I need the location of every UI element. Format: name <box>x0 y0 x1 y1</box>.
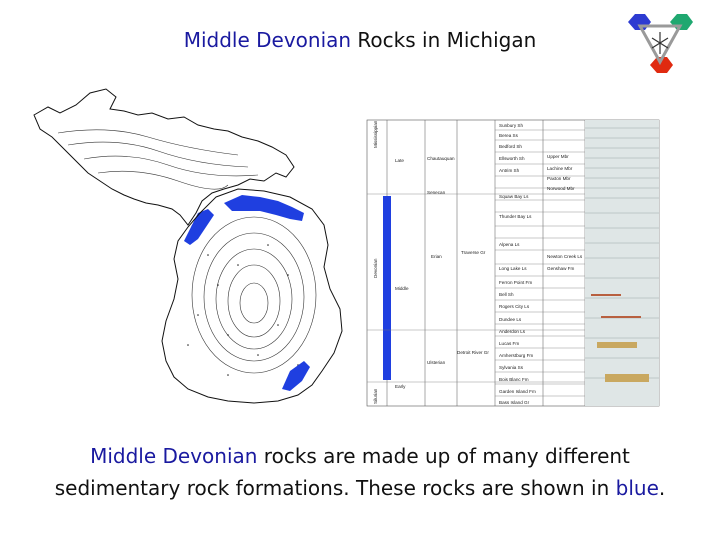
caption-line-1: Middle Devonian rocks are made up of man… <box>0 440 720 472</box>
title-highlight: Middle Devonian <box>183 28 352 52</box>
series-erian: Erian <box>431 254 442 259</box>
formation-label: Long Lake Ls <box>499 266 527 271</box>
stage-early: Early <box>395 384 406 389</box>
stage-middle: Middle <box>395 286 409 291</box>
formation-label: Garden Island Fm <box>499 389 536 394</box>
logo-hex-green <box>670 14 693 30</box>
formation-label: Anderdon Ls <box>499 329 526 334</box>
formation-label: Lachine Mbr <box>547 166 573 171</box>
title-rest: Rocks in Michigan <box>351 28 537 52</box>
group-traverse: Traverse Gr <box>461 250 486 255</box>
period-mississippian: Mississippian <box>373 120 378 148</box>
formation-label: Lucas Fm <box>499 341 519 346</box>
formation-label: Sylvania Ss <box>499 365 524 370</box>
formation-label: Bois Blanc Fm <box>499 377 529 382</box>
lower-peninsula-outline <box>161 188 343 404</box>
series-senecan: Senecan <box>427 190 446 195</box>
caption-line-2: sedimentary rock formations. These rocks… <box>0 472 720 504</box>
series-ulsterian: Ulsterian <box>427 360 446 365</box>
formation-label: Antrim Sh <box>499 168 520 173</box>
formation-label: Genshaw Fm <box>547 266 574 271</box>
period-silurian: Silurian <box>373 388 378 404</box>
formation-label: Alpena Ls <box>499 242 520 247</box>
caption-line2-suffix: . <box>658 476 666 500</box>
group-detroit-river: Detroit River Gr <box>457 350 489 355</box>
hexagon-molecule-icon <box>628 14 693 73</box>
formation-label: Bedford Sh <box>499 144 522 149</box>
devonian-outcrop-southeast <box>282 361 310 391</box>
formation-label: Ellsworth Sh <box>499 156 525 161</box>
formation-label: Newton Creek Ls <box>547 254 583 259</box>
stage-late: Late <box>395 158 404 163</box>
formation-label: Squaw Bay Ls <box>499 194 529 199</box>
period-devonian: Devonian <box>373 258 378 278</box>
formation-label: Ferron Point Fm <box>499 280 532 285</box>
formation-label: Rogers City Ls <box>499 304 530 309</box>
formation-label: Bass Island Gr <box>499 400 530 405</box>
series-chautauquan: Chautauquan <box>427 156 455 161</box>
slide-caption: Middle Devonian rocks are made up of man… <box>0 440 720 504</box>
formation-label: Dundee Ls <box>499 317 522 322</box>
slide-title: Middle Devonian Rocks in Michigan <box>0 28 720 52</box>
caption-line1-rest: rocks are made up of many different <box>257 444 630 468</box>
caption-line2-prefix: sedimentary rock formations. These rocks… <box>54 476 616 500</box>
caption-highlight: Middle Devonian <box>90 444 258 468</box>
formation-label: Paxton Mbr <box>547 176 571 181</box>
devonian-outcrop-north <box>224 195 304 221</box>
formation-label: Amherstburg Fm <box>499 353 533 358</box>
stratigraphic-column: Late Middle Early Chautauquan Senecan Er… <box>366 119 660 407</box>
formation-label: Berea Ss <box>499 133 519 138</box>
formation-label: Sunbury Sh <box>499 123 523 128</box>
formation-label: Thunder Bay Ls <box>499 214 532 219</box>
michigan-geologic-map <box>33 88 343 404</box>
formation-label: Upper Mbr <box>547 154 569 159</box>
formation-label: Bell Sh <box>499 292 514 297</box>
formation-label: Norwood Mbr <box>547 186 575 191</box>
caption-blue-word: blue <box>615 476 659 500</box>
middle-devonian-bar <box>383 196 391 380</box>
